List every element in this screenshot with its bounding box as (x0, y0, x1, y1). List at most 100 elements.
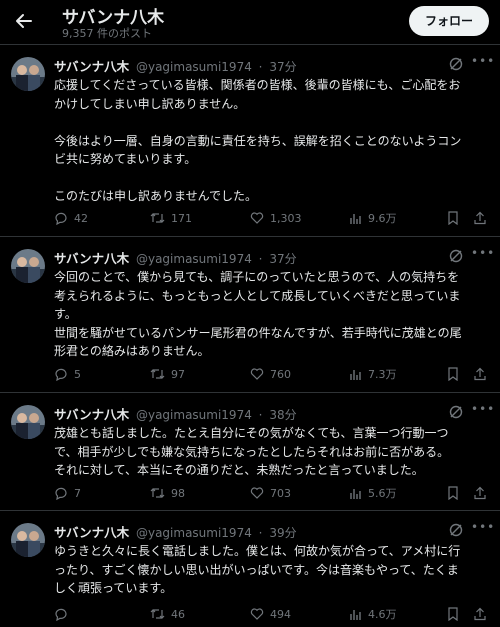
reply-count: 5 (74, 367, 81, 381)
tweet-line: 考えられるように、もっともっと人として成長していくべきだと思っていま (54, 288, 461, 303)
tweet-actions: 5 97 760 7.3万 (0, 364, 500, 384)
views-count: 7.3万 (368, 368, 397, 381)
tweet-time[interactable]: 38分 (269, 408, 296, 422)
tweet-line: ビ共に努めてまいります。 (54, 152, 197, 166)
tweet-header: サバンナ八木 @yagimasumi1974 · 37分 (54, 56, 297, 75)
share-icon (474, 607, 486, 621)
share-button[interactable] (473, 364, 491, 384)
avatar[interactable] (11, 249, 45, 283)
tweet-time[interactable]: 37分 (269, 60, 296, 74)
like-button[interactable]: 494 (250, 604, 291, 624)
like-count: 494 (270, 607, 291, 621)
tweet-line: 形君との絡みはありません。 (54, 344, 210, 358)
author-handle[interactable]: @yagimasumi1974 (136, 60, 252, 74)
grok-button[interactable] (448, 56, 464, 72)
tweet-actions: 7 98 703 5.6万 (0, 483, 500, 503)
tweet[interactable]: サバンナ八木 @yagimasumi1974 · 37分 ••• 応援してくださ… (0, 45, 500, 237)
tweet-line: 応援してくださっている皆様、関係者の皆様、後輩の皆様にも、ご心配をお (54, 78, 461, 92)
repost-count: 46 (171, 607, 185, 621)
tweet-text: ゆうきと久々に長く電話しました。僕とは、何故か気が合って、アメ村に行 ったり、す… (54, 542, 486, 598)
like-button[interactable]: 1,303 (250, 208, 302, 228)
tweet-line: 今回のことで、僕から見ても、調子にのっていたと思うので、人の気持ちを (54, 270, 460, 284)
reply-icon (55, 368, 67, 381)
reply-button[interactable]: 7 (54, 483, 81, 503)
reply-button[interactable]: 42 (54, 208, 88, 228)
repost-button[interactable]: 97 (150, 364, 185, 384)
tweet-actions: 46 494 4.6万 (0, 604, 500, 624)
tweet-time[interactable]: 37分 (269, 252, 296, 266)
separator-dot: · (258, 60, 263, 74)
author-name[interactable]: サバンナ八木 (54, 251, 129, 266)
author-handle[interactable]: @yagimasumi1974 (136, 252, 252, 266)
tweet-line: ゆうきと久々に長く電話しました。僕とは、何故か気が合って、アメ村に行 (54, 544, 461, 558)
views-button[interactable]: 4.6万 (349, 604, 397, 624)
reply-count: 42 (74, 211, 88, 225)
tweet-line: かけしてしまい申し訳ありません。 (54, 96, 246, 111)
tweet-blank-line (54, 113, 486, 132)
tweet-header: サバンナ八木 @yagimasumi1974 · 39分 (54, 522, 297, 541)
more-icon[interactable]: ••• (471, 402, 494, 418)
author-handle[interactable]: @yagimasumi1974 (136, 526, 252, 540)
bookmark-icon (448, 486, 458, 500)
reply-icon (55, 487, 67, 500)
bookmark-button[interactable] (447, 208, 465, 228)
like-button[interactable]: 703 (250, 483, 291, 503)
views-button[interactable]: 9.6万 (349, 208, 397, 228)
more-icon[interactable]: ••• (471, 520, 494, 536)
share-button[interactable] (473, 604, 491, 624)
bookmark-button[interactable] (447, 483, 465, 503)
views-button[interactable]: 5.6万 (349, 483, 397, 503)
author-name[interactable]: サバンナ八木 (54, 407, 129, 422)
grok-button[interactable] (448, 404, 464, 420)
more-icon[interactable]: ••• (471, 54, 494, 70)
back-button[interactable] (12, 9, 36, 33)
views-count: 4.6万 (368, 608, 397, 621)
grok-button[interactable] (448, 522, 464, 538)
tweet[interactable]: サバンナ八木 @yagimasumi1974 · 38分 ••• 茂雄とも話しま… (0, 393, 500, 511)
share-icon (474, 211, 486, 225)
repost-icon (150, 369, 165, 379)
grok-icon (449, 405, 463, 419)
share-button[interactable] (473, 483, 491, 503)
more-icon[interactable]: ••• (471, 246, 494, 262)
bookmark-icon (448, 607, 458, 621)
avatar[interactable] (11, 405, 45, 439)
views-button[interactable]: 7.3万 (349, 364, 397, 384)
author-handle[interactable]: @yagimasumi1974 (136, 408, 252, 422)
repost-count: 171 (171, 211, 192, 225)
repost-button[interactable]: 171 (150, 208, 192, 228)
avatar[interactable] (11, 523, 45, 557)
views-icon (350, 369, 361, 380)
tweet-line: ったり、すごく懐かしい思い出がいっぱいです。今は音楽もやって、たくま (54, 562, 459, 577)
avatar[interactable] (11, 57, 45, 91)
tweet-header: サバンナ八木 @yagimasumi1974 · 37分 (54, 248, 297, 267)
repost-button[interactable]: 46 (150, 604, 185, 624)
like-icon (250, 212, 264, 224)
profile-header: サバンナ八木 9,357 件のポスト フォロー (0, 0, 500, 45)
repost-icon (150, 609, 165, 619)
follow-button[interactable]: フォロー (409, 6, 489, 36)
tweet-line: このたびは申し訳ありませんでした。 (54, 189, 258, 203)
tweet[interactable]: サバンナ八木 @yagimasumi1974 · 39分 ••• ゆうきと久々に… (0, 511, 500, 627)
tweet-text: 今回のことで、僕から見ても、調子にのっていたと思うので、人の気持ちを 考えられる… (54, 268, 486, 361)
repost-button[interactable]: 98 (150, 483, 185, 503)
views-count: 5.6万 (368, 487, 397, 500)
reply-icon (55, 608, 67, 621)
tweet-time[interactable]: 39分 (269, 526, 296, 540)
views-icon (350, 213, 361, 224)
repost-icon (150, 213, 165, 223)
author-name[interactable]: サバンナ八木 (54, 525, 129, 540)
like-button[interactable]: 760 (250, 364, 291, 384)
tweet[interactable]: サバンナ八木 @yagimasumi1974 · 37分 ••• 今回のことで、… (0, 237, 500, 393)
reply-button[interactable]: 5 (54, 364, 81, 384)
bookmark-icon (448, 367, 458, 381)
bookmark-button[interactable] (447, 364, 465, 384)
reply-button[interactable] (54, 604, 74, 624)
like-icon (250, 608, 264, 620)
grok-button[interactable] (448, 248, 464, 264)
author-name[interactable]: サバンナ八木 (54, 59, 129, 74)
views-icon (350, 609, 361, 620)
bookmark-button[interactable] (447, 604, 465, 624)
share-button[interactable] (473, 208, 491, 228)
reply-icon (55, 212, 67, 225)
